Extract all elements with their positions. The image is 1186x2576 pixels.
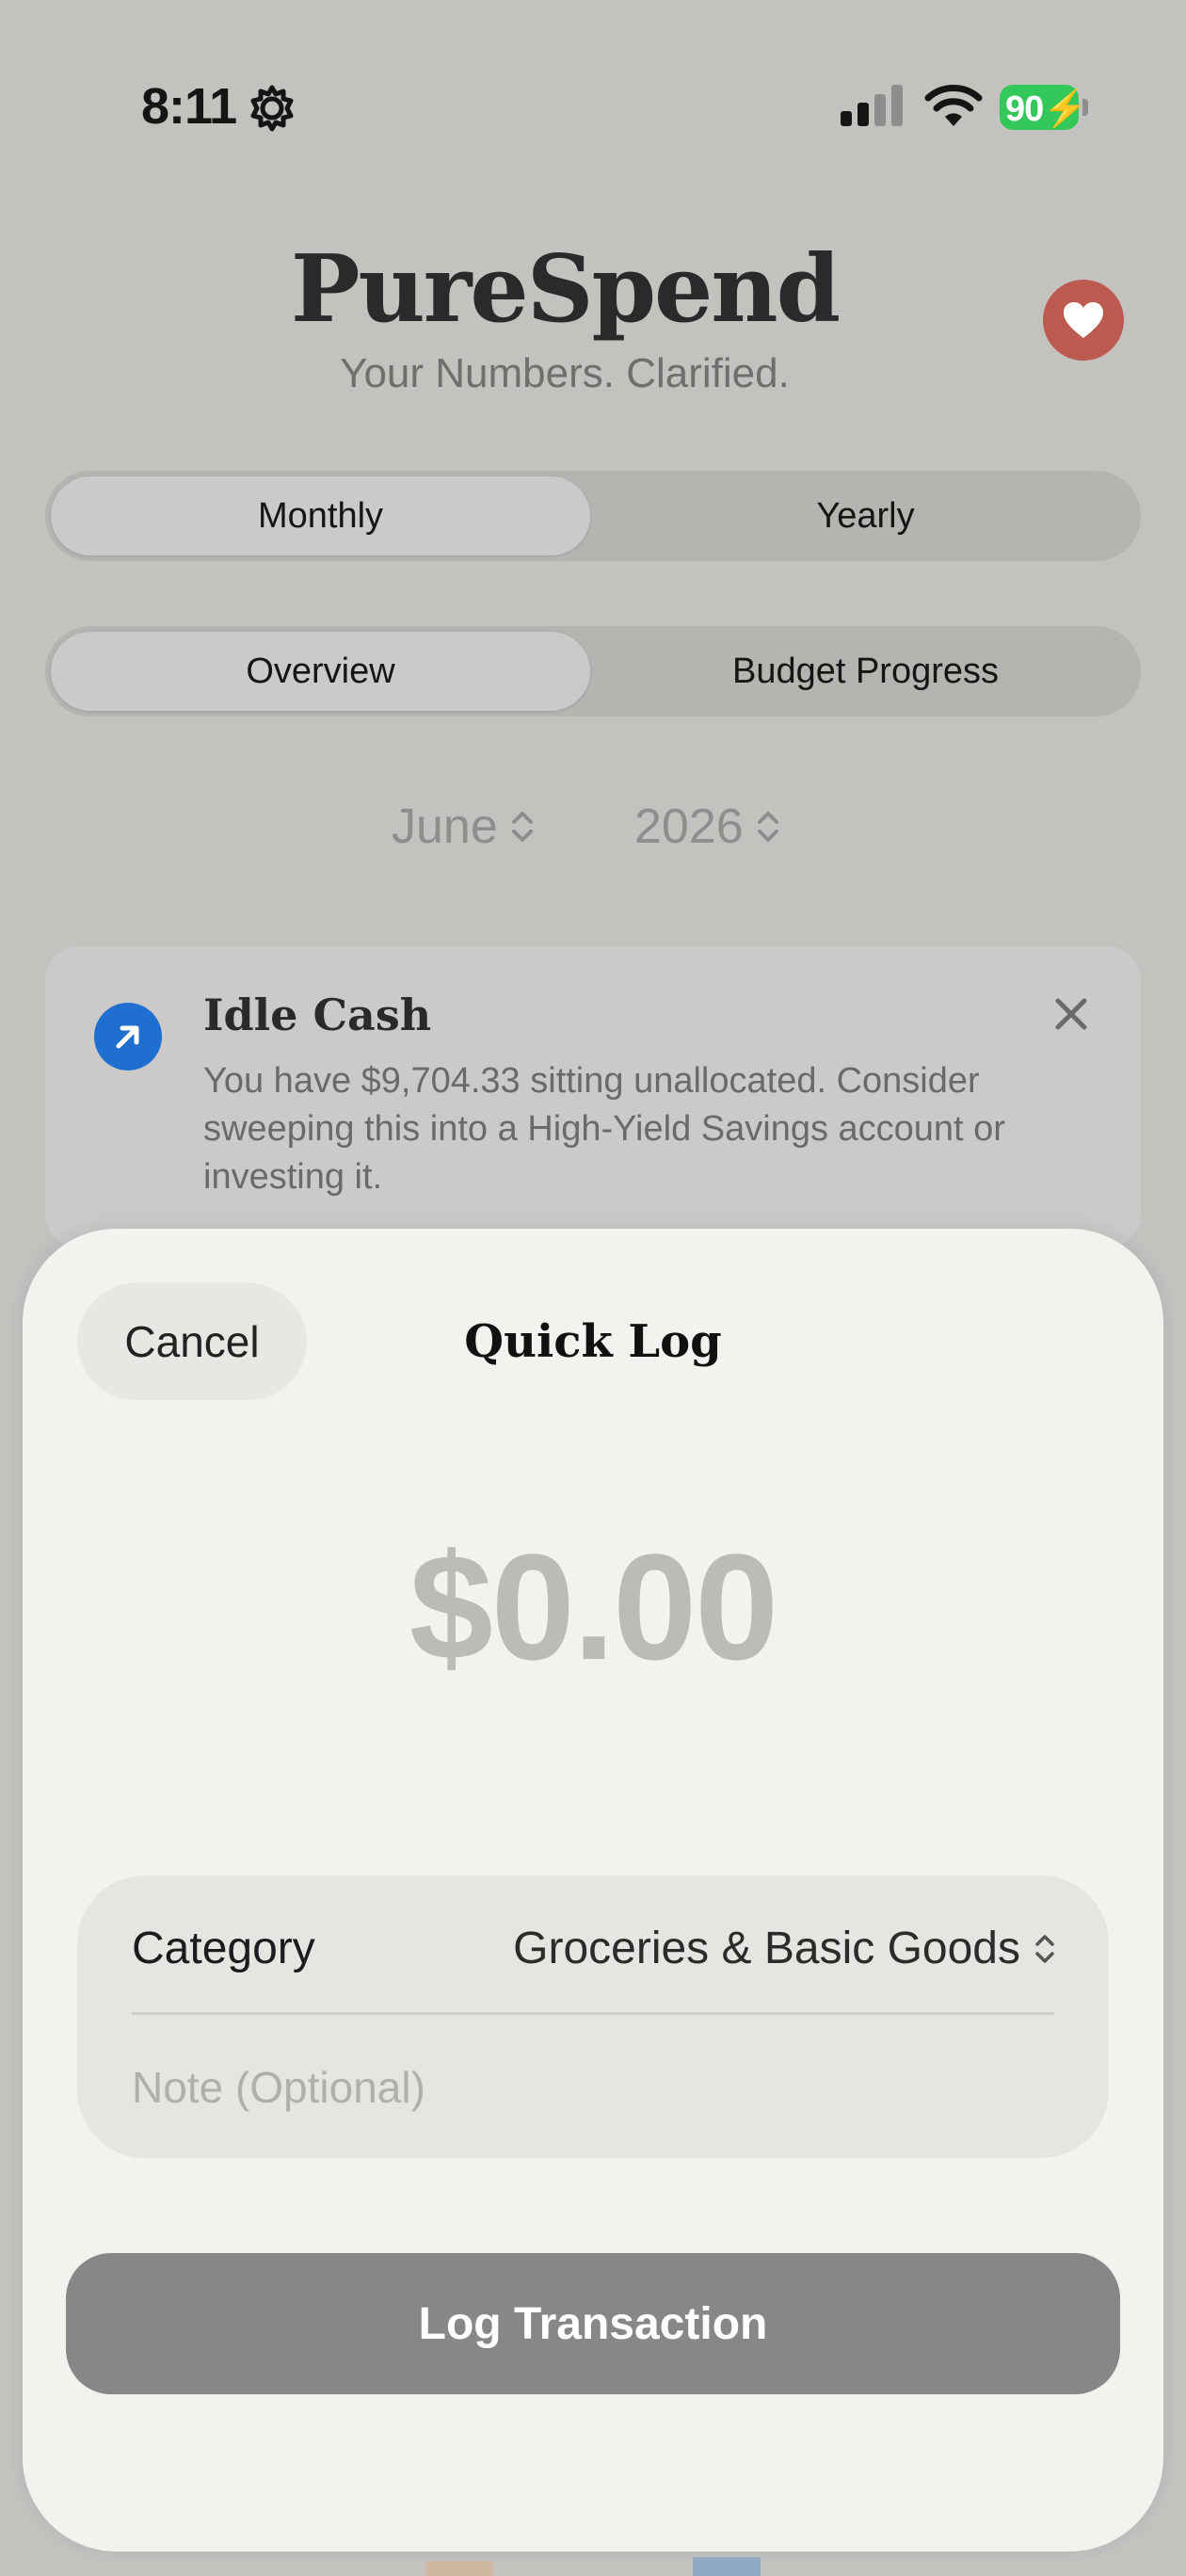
view-segmented-control: Overview Budget Progress [45,626,1141,716]
segment-budget-progress[interactable]: Budget Progress [596,632,1135,711]
battery-tip [1082,99,1088,116]
period-segmented-control: Monthly Yearly [45,471,1141,561]
transaction-form: Category Groceries & Basic Goods [77,1876,1109,2158]
heart-icon [1064,302,1103,338]
card-body: You have $9,704.33 sitting unallocated. … [203,1061,1005,1197]
year-value: 2026 [634,799,744,854]
app-title: PureSpend [290,235,841,344]
gear-icon [250,85,294,132]
idle-cash-card: Idle Cash You have $9,704.33 sitting una… [45,946,1141,1248]
segment-yearly[interactable]: Yearly [596,476,1135,555]
battery-level: 90⚡ [1005,89,1088,129]
background-bar [693,2557,761,2576]
cellular-signal-icon [841,85,903,126]
charging-bolt-icon: ⚡ [1043,89,1087,129]
insight-icon-badge [94,1003,162,1071]
category-picker[interactable]: Groceries & Basic Goods [513,1923,1056,1974]
arrow-up-right-icon [116,1025,139,1049]
sheet-title: Quick Log [464,1315,722,1368]
chevron-up-down-icon [757,812,778,842]
status-time: 8:11 [141,78,237,135]
segment-overview[interactable]: Overview [51,632,590,711]
app-subtitle: Your Numbers. Clarified. [340,350,790,396]
log-transaction-button[interactable]: Log Transaction [66,2253,1120,2394]
chevron-up-down-icon [1035,1934,1054,1963]
background-bar [425,2561,493,2576]
wifi-icon [924,85,983,126]
year-picker[interactable]: 2026 [634,798,781,855]
close-icon[interactable] [1049,991,1094,1037]
quick-log-sheet: Cancel Quick Log $0.00 Category Grocerie… [23,1229,1163,2552]
form-divider [132,2012,1054,2015]
segment-monthly[interactable]: Monthly [51,476,590,555]
month-picker[interactable]: June [392,798,536,855]
favorite-button[interactable] [1043,280,1124,361]
amount-display[interactable]: $0.00 [23,1521,1163,1694]
note-input[interactable] [132,2054,1054,2120]
chevron-up-down-icon [511,812,533,842]
category-value: Groceries & Basic Goods [513,1924,1020,1973]
card-title: Idle Cash [203,990,432,1040]
category-label: Category [132,1924,315,1973]
battery-indicator: 90⚡ [1000,85,1088,130]
month-value: June [392,799,498,854]
